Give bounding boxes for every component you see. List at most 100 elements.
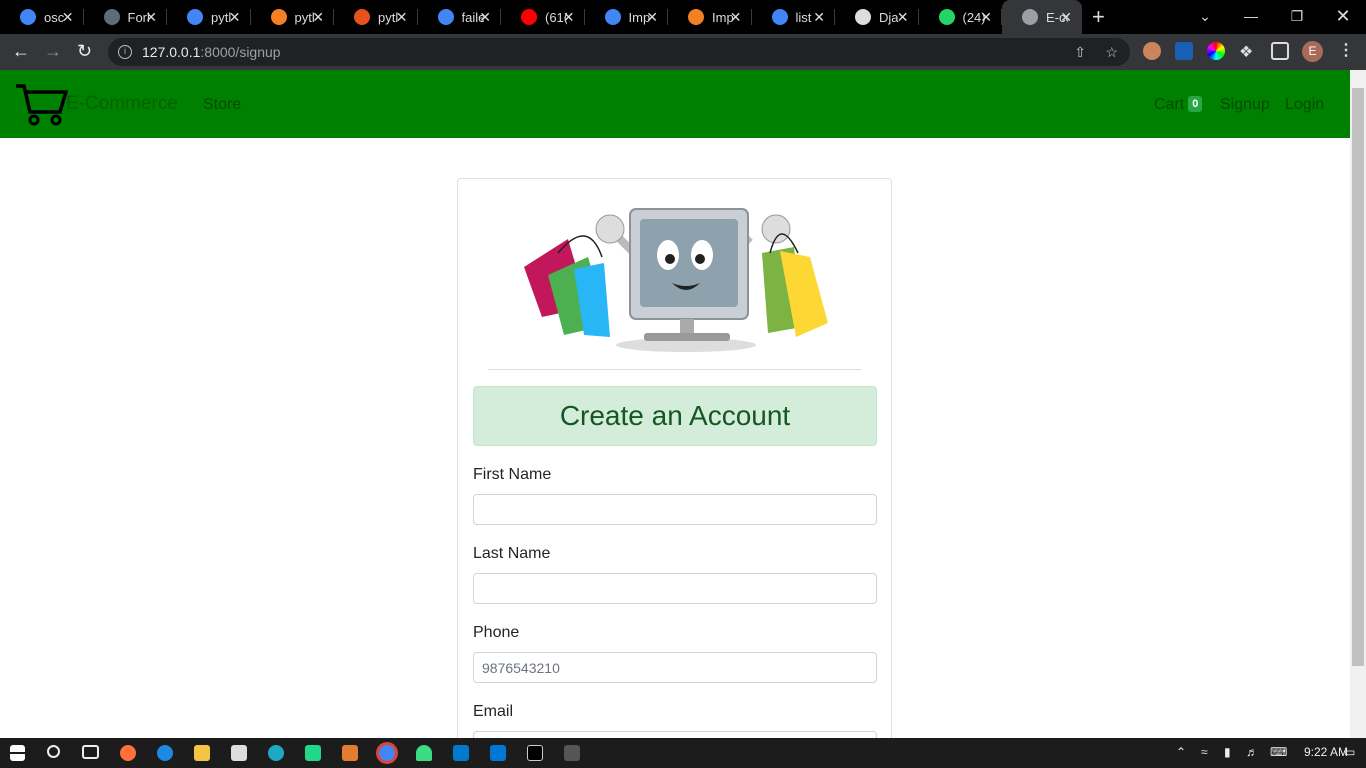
url-path: :8000/signup (200, 44, 281, 60)
tab-close-icon[interactable]: ✕ (479, 9, 491, 26)
tab-favicon-icon (688, 9, 704, 25)
close-window-button[interactable]: ✕ (1320, 0, 1366, 32)
reload-icon[interactable]: ↻ (77, 42, 92, 60)
browser-tab[interactable]: faile ✕ (418, 0, 502, 34)
edge-icon[interactable] (268, 745, 284, 761)
browser-tab[interactable]: pytl ✕ (167, 0, 251, 34)
scrollbar-thumb[interactable] (1352, 88, 1364, 666)
tab-close-icon[interactable]: ✕ (730, 9, 742, 26)
nav-login-link[interactable]: Login (1285, 96, 1324, 114)
tab-close-icon[interactable]: ✕ (62, 9, 74, 26)
keyboard-icon[interactable]: ⌨ (1270, 745, 1287, 759)
menu-kebab-icon[interactable]: ⋮ (1338, 40, 1354, 60)
first-name-input[interactable] (473, 494, 877, 525)
nav-store-link[interactable]: Store (203, 96, 241, 114)
browser-tab[interactable]: Imp ✕ (668, 0, 752, 34)
browser-tab[interactable]: osc ✕ (0, 0, 84, 34)
task-view-icon[interactable] (82, 745, 99, 759)
tab-close-icon[interactable]: ✕ (897, 9, 909, 26)
nav-signup-link[interactable]: Signup (1220, 96, 1270, 114)
matlab-icon[interactable] (342, 745, 358, 761)
last-name-label: Last Name (473, 545, 551, 562)
phone-input[interactable] (473, 652, 877, 683)
phone-label: Phone (473, 624, 520, 641)
bookmark-star-icon[interactable]: ☆ (1105, 38, 1118, 66)
forward-icon[interactable]: → (44, 42, 62, 60)
pycharm-icon[interactable] (305, 745, 321, 761)
browser-tab[interactable]: Forl ✕ (84, 0, 168, 34)
file-explorer-icon[interactable] (194, 745, 210, 761)
profile-avatar[interactable]: E (1302, 41, 1323, 62)
browser-tab[interactable]: Imp ✕ (585, 0, 669, 34)
site-navbar: E-Commerce Store Cart 0 Signup Login (0, 70, 1350, 138)
vscode-icon[interactable] (453, 745, 469, 761)
nav-cart-link[interactable]: Cart 0 (1154, 96, 1203, 114)
brand-name[interactable]: E-Commerce (66, 93, 178, 115)
tab-close-icon[interactable]: ✕ (563, 9, 575, 26)
browser-tab[interactable]: pytl ✕ (251, 0, 335, 34)
tab-favicon-icon (604, 9, 621, 25)
last-name-input[interactable] (473, 573, 877, 604)
browser-toolbar: ← → ↻ i 127.0.0.1:8000/signup ⇧ ☆ (0, 34, 1366, 70)
browser-tab[interactable]: Dja ✕ (835, 0, 919, 34)
search-icon[interactable] (47, 745, 60, 758)
edge-legacy-icon[interactable] (157, 745, 173, 761)
tab-close-icon[interactable]: ✕ (1060, 9, 1072, 26)
back-icon[interactable]: ← (12, 42, 30, 60)
browser-tab-bar: osc ✕ Forl ✕ pytl ✕ pytl ✕ pytl ✕ faile ✕ (61(✕ Imp ✕ I… (0, 0, 1366, 34)
email-label: Email (473, 703, 514, 720)
color-extension-icon[interactable] (1207, 42, 1225, 60)
browser-tab[interactable]: (61(✕ (501, 0, 585, 34)
tab-close-icon[interactable]: ✕ (312, 9, 324, 26)
tab-close-icon[interactable]: ✕ (646, 9, 658, 26)
tab-favicon-icon (771, 9, 788, 25)
tab-favicon-icon (521, 9, 537, 25)
browser-tab[interactable]: list ✕ (752, 0, 836, 34)
side-panel-icon[interactable] (1271, 42, 1289, 60)
wifi-icon[interactable]: ≈ (1201, 745, 1208, 759)
tab-favicon-icon (270, 9, 287, 25)
windows-start-icon[interactable] (10, 745, 25, 761)
minimize-button[interactable]: — (1228, 0, 1274, 32)
tab-favicon-icon (855, 9, 871, 25)
address-bar[interactable]: i 127.0.0.1:8000/signup ⇧ ☆ (108, 38, 1130, 66)
tray-chevron-icon[interactable]: ⌃ (1176, 745, 1186, 759)
android-studio-icon[interactable] (416, 745, 432, 761)
battery-icon[interactable]: ▮ (1224, 745, 1231, 759)
tab-search-icon[interactable]: ⌄ (1182, 0, 1228, 32)
web-page: E-Commerce Store Cart 0 Signup Login Cre… (0, 70, 1350, 738)
cookie-extension-icon[interactable] (1143, 42, 1161, 60)
store-icon[interactable] (231, 745, 247, 761)
tab-close-icon[interactable]: ✕ (396, 9, 408, 26)
app-icon[interactable] (564, 745, 580, 761)
clock[interactable]: 9:22 AM (1304, 745, 1348, 759)
tab-active[interactable]: E-cc✕ (1002, 0, 1082, 34)
tab-close-icon[interactable]: ✕ (229, 9, 241, 26)
page-scrollbar[interactable] (1350, 70, 1366, 738)
email-input[interactable] (473, 731, 877, 738)
volume-icon[interactable]: ♬ (1246, 745, 1258, 759)
cart-logo-icon[interactable] (14, 82, 68, 126)
settings-icon[interactable] (490, 745, 506, 761)
tab-close-icon[interactable]: ✕ (813, 9, 825, 26)
new-tab-button[interactable]: + (1092, 4, 1105, 30)
url-host: 127.0.0.1 (142, 44, 201, 60)
notification-icon[interactable]: ▭ (1344, 745, 1355, 759)
windows-taskbar: ⌃ ≈ ▮ ♬ ⌨ 9:22 AM ▭ (0, 738, 1366, 768)
terminal-icon[interactable] (527, 745, 543, 761)
chrome-icon[interactable] (379, 745, 395, 761)
firefox-icon[interactable] (120, 745, 136, 761)
divider (488, 369, 861, 370)
restore-button[interactable]: ❐ (1274, 0, 1320, 32)
analytics-extension-icon[interactable] (1175, 42, 1193, 60)
browser-tab[interactable]: pytl ✕ (334, 0, 418, 34)
extensions-puzzle-icon[interactable]: ❖ (1239, 42, 1257, 61)
tab-close-icon[interactable]: ✕ (145, 9, 157, 26)
share-icon[interactable]: ⇧ (1074, 38, 1086, 66)
site-info-icon[interactable]: i (118, 45, 132, 59)
browser-tab[interactable]: (24) ✕ (919, 0, 1003, 34)
tab-favicon-icon (938, 9, 955, 25)
tab-favicon-icon (1022, 9, 1038, 25)
tab-favicon-icon (187, 9, 203, 25)
tab-close-icon[interactable]: ✕ (980, 9, 992, 26)
